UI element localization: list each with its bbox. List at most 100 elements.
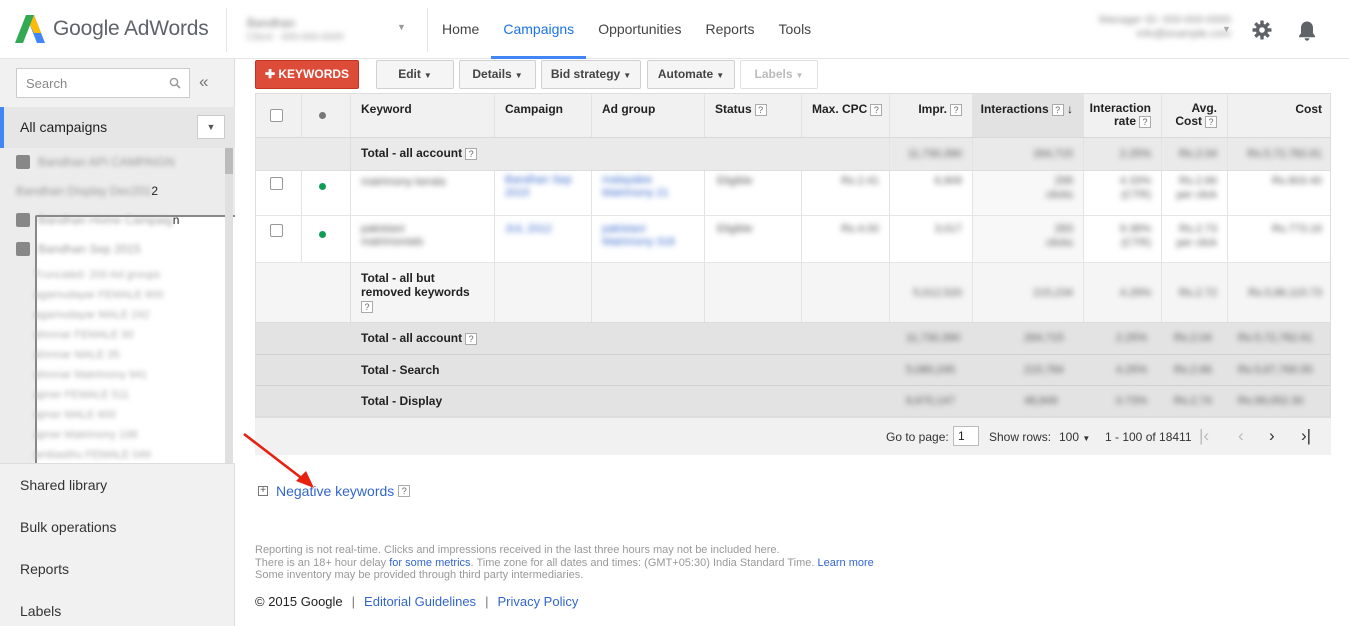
- prev-page-icon[interactable]: ‹: [1238, 426, 1244, 446]
- sort-down-icon: ↓: [1067, 102, 1073, 116]
- adwords-logo[interactable]: Google AdWords: [15, 14, 209, 44]
- learn-more-link[interactable]: Learn more: [818, 557, 874, 569]
- status-text: Eligible: [717, 175, 753, 187]
- search-icon[interactable]: [169, 77, 181, 89]
- ad-group-item[interactable]: ahmnar Matrimony 941: [34, 369, 147, 381]
- tab-tools[interactable]: Tools: [767, 0, 824, 59]
- col-max-cpc[interactable]: Max. CPC?: [802, 94, 890, 137]
- privacy-policy-link[interactable]: Privacy Policy: [497, 594, 578, 609]
- labels-button[interactable]: Labels ▼: [740, 60, 818, 89]
- campaign-link[interactable]: JUL 2012: [505, 223, 552, 235]
- help-icon[interactable]: ?: [1205, 116, 1217, 128]
- max-cpc-value[interactable]: Rs.2.41: [841, 175, 879, 187]
- ad-group-item[interactable]: ajmer FEMALE 511: [34, 389, 129, 401]
- keyword-text[interactable]: matrimony kerala: [361, 176, 445, 188]
- ad-group-item[interactable]: Truncated: 200 Ad groups: [34, 269, 160, 281]
- campaign-item[interactable]: Bandhan Display Dec201 2: [16, 181, 235, 463]
- customer-info[interactable]: Manager ID: 000-000-0000 info@example.co…: [1099, 14, 1231, 40]
- ad-group-item[interactable]: ambasthu FEMALE 049: [34, 449, 151, 461]
- col-interactions[interactable]: Interactions? ↓: [973, 94, 1084, 137]
- bell-icon[interactable]: [1297, 20, 1317, 42]
- rows-per-page-select[interactable]: 100 ▼: [1059, 430, 1090, 444]
- tab-home[interactable]: Home: [430, 0, 491, 59]
- status-enabled-icon[interactable]: [319, 231, 326, 238]
- status-dot-header-icon[interactable]: [319, 112, 326, 119]
- gear-icon[interactable]: [1252, 20, 1272, 40]
- help-icon[interactable]: ?: [870, 104, 883, 116]
- sidebar-item-labels[interactable]: Labels: [20, 603, 61, 619]
- keyword-text[interactable]: pakistani matrimonials: [361, 223, 451, 249]
- chevron-down-icon: ▼: [423, 71, 432, 80]
- ad-group-item[interactable]: ahmnar MALE 35: [34, 349, 120, 361]
- status-enabled-icon[interactable]: [319, 183, 326, 190]
- ad-group-link[interactable]: pakistani Matrimony 318: [602, 223, 692, 249]
- negative-keywords-section[interactable]: + Negative keywords ?: [258, 483, 411, 499]
- details-button[interactable]: Details ▼: [459, 60, 536, 89]
- ad-group-item[interactable]: ajmer Matrimony 198: [34, 429, 137, 441]
- tree-scrollbar-thumb[interactable]: [225, 148, 233, 174]
- logo-text: Google AdWords: [53, 17, 209, 40]
- add-keywords-button[interactable]: ✚ KEYWORDS: [255, 60, 359, 89]
- negative-keywords-link[interactable]: Negative keywords: [276, 483, 394, 499]
- col-cost[interactable]: Cost: [1228, 94, 1330, 137]
- tab-opportunities[interactable]: Opportunities: [586, 0, 693, 59]
- ad-group-item[interactable]: ahmnar FEMALE 90: [34, 329, 134, 341]
- first-page-icon[interactable]: |‹: [1199, 426, 1209, 446]
- col-impr[interactable]: Impr.?: [890, 94, 973, 137]
- table-row[interactable]: pakistani matrimonials JUL 2012 pakistan…: [256, 216, 1330, 263]
- tab-reports[interactable]: Reports: [693, 0, 766, 59]
- select-all-checkbox[interactable]: [270, 109, 283, 122]
- sidebar-item-bulk-operations[interactable]: Bulk operations: [20, 519, 117, 535]
- col-interaction-rate[interactable]: Interaction rate?: [1084, 94, 1162, 137]
- ad-group-item[interactable]: agamudayar FEMALE 600: [34, 289, 164, 301]
- page-footer: © 2015 Google | Editorial Guidelines | Priva…: [255, 594, 579, 609]
- account-switcher[interactable]: Bandhan Client · 000-000-0000 ▼: [226, 8, 428, 52]
- max-cpc-value[interactable]: Rs.4.00: [841, 223, 879, 235]
- chevron-down-icon: ▼: [397, 22, 406, 32]
- chevron-down-icon[interactable]: ▼: [197, 115, 225, 139]
- help-icon[interactable]: ?: [1051, 104, 1064, 116]
- sidebar-item-reports[interactable]: Reports: [20, 561, 69, 577]
- help-icon[interactable]: ?: [1139, 116, 1151, 128]
- col-keyword[interactable]: Keyword: [351, 94, 495, 137]
- page-number-input[interactable]: 1: [953, 426, 979, 446]
- campaign-item[interactable]: Bandhan API CAMPAIGN: [16, 152, 175, 172]
- col-ad-group[interactable]: Ad group: [592, 94, 705, 137]
- chevron-down-icon[interactable]: ▼: [1222, 24, 1231, 34]
- help-icon[interactable]: ?: [950, 104, 962, 116]
- search-input[interactable]: [17, 69, 157, 97]
- row-checkbox[interactable]: [270, 177, 283, 190]
- help-icon[interactable]: ?: [465, 148, 478, 160]
- go-to-page-label: Go to page:: [886, 430, 949, 444]
- help-icon[interactable]: ?: [465, 333, 478, 345]
- tree-scrollbar[interactable]: [225, 148, 233, 463]
- campaign-link[interactable]: Bandhan Sep 2015: [505, 174, 581, 200]
- tab-campaigns[interactable]: Campaigns: [491, 0, 587, 59]
- table-row[interactable]: matrimony kerala Bandhan Sep 2015 malaya…: [256, 171, 1330, 216]
- campaign-item[interactable]: Bandhan Sep 2015: [16, 239, 141, 259]
- collapse-sidebar-icon[interactable]: «: [199, 72, 208, 92]
- editorial-guidelines-link[interactable]: Editorial Guidelines: [364, 594, 476, 609]
- help-icon[interactable]: ?: [398, 485, 411, 497]
- some-metrics-link[interactable]: for some metrics: [389, 557, 470, 569]
- sidebar-item-shared-library[interactable]: Shared library: [20, 477, 107, 493]
- help-icon[interactable]: ?: [361, 301, 373, 313]
- row-checkbox[interactable]: [270, 224, 283, 237]
- bid-strategy-button[interactable]: Bid strategy ▼: [541, 60, 641, 89]
- col-campaign[interactable]: Campaign: [495, 94, 592, 137]
- last-page-icon[interactable]: ›|: [1301, 426, 1311, 446]
- ad-group-item[interactable]: agamudayar MALE 242: [34, 309, 150, 321]
- col-status[interactable]: Status?: [705, 94, 802, 137]
- col-avg-cost[interactable]: Avg. Cost?: [1162, 94, 1228, 137]
- expand-plus-icon[interactable]: +: [258, 486, 268, 496]
- edit-button[interactable]: Edit ▼: [376, 60, 454, 89]
- next-page-icon[interactable]: ›: [1269, 426, 1275, 446]
- help-icon[interactable]: ?: [754, 104, 767, 116]
- campaign-item[interactable]: Bandhan Home Campaig n: [16, 210, 179, 230]
- automate-button[interactable]: Automate ▼: [647, 60, 735, 89]
- table-row-total-account: Total - all account? 11,730,390 264,715 …: [256, 138, 1330, 171]
- ad-group-item[interactable]: ajmer MALE 600: [34, 409, 116, 421]
- all-campaigns-item[interactable]: All campaigns ▼: [0, 107, 235, 148]
- page-range: 1 - 100 of 18411: [1105, 430, 1192, 444]
- ad-group-link[interactable]: malayalee Matrimony 21: [602, 174, 692, 200]
